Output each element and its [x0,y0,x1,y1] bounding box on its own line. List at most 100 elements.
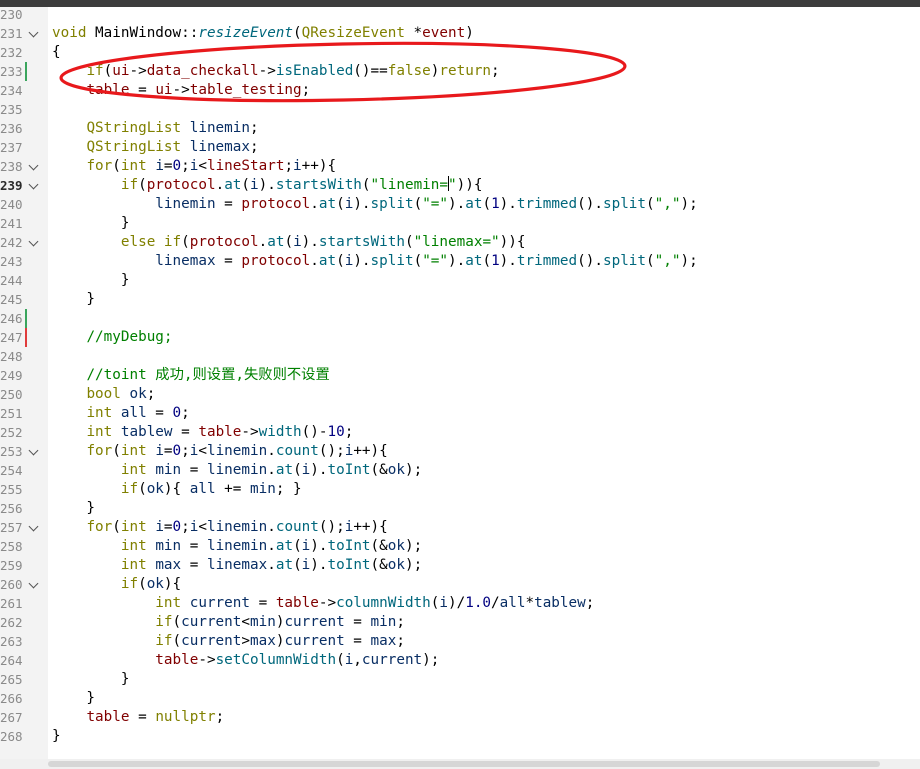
code-text[interactable]: linemax = protocol.at(i).split("=").at(1… [52,252,697,271]
code-text[interactable]: //myDebug; [52,328,172,347]
code-text[interactable]: bool ok; [52,385,155,404]
code-text[interactable]: int max = linemax.at(i).toInt(&ok); [52,556,422,575]
code-text[interactable]: } [52,727,61,746]
code-text[interactable]: if(current<min)current = min; [52,613,405,632]
code-line[interactable]: 268} [0,727,920,746]
code-text[interactable]: int min = linemin.at(i).toInt(&ok); [52,461,422,480]
code-line[interactable]: 249 //toint 成功,则设置,失败则不设置 [0,366,920,385]
code-token: = [172,424,199,440]
code-token: ; [146,386,156,402]
horizontal-scrollbar[interactable] [0,759,920,769]
code-line[interactable]: 264 table->setColumnWidth(i,current); [0,651,920,670]
code-token: at [465,253,483,269]
code-text[interactable]: table = nullptr; [52,708,224,727]
code-line[interactable]: 244 } [0,271,920,290]
code-text[interactable]: void MainWindow::resizeEvent(QResizeEven… [52,24,474,43]
code-line[interactable]: 254 int min = linemin.at(i).toInt(&ok); [0,461,920,480]
code-text[interactable]: if(ui->data_checkall->isEnabled()==false… [52,62,499,81]
code-line[interactable]: 262 if(current<min)current = min; [0,613,920,632]
code-text[interactable]: } [52,290,95,309]
code-line[interactable]: 267 table = nullptr; [0,708,920,727]
code-line[interactable]: 261 int current = table->columnWidth(i)/… [0,594,920,613]
code-line[interactable]: 243 linemax = protocol.at(i).split("=").… [0,252,920,271]
code-token: = [163,519,173,535]
code-line[interactable]: 248 [0,347,920,366]
code-line[interactable]: 265 } [0,670,920,689]
code-line[interactable]: 255 if(ok){ all += min; } [0,480,920,499]
fold-chevron-icon[interactable] [28,179,39,190]
code-token: = [129,82,156,98]
code-editor[interactable]: 230 231 void MainWindow::resizeEvent(QResi… [0,7,920,759]
code-line[interactable]: 239 if(protocol.at(i).startsWith("linemi… [0,176,920,195]
code-line[interactable]: 238 for(int i=0;i<lineStart;i++){ [0,157,920,176]
code-text[interactable]: if(protocol.at(i).startsWith("linemin=")… [52,176,482,195]
code-text[interactable]: int all = 0; [52,404,189,423]
code-text[interactable]: table = ui->table_testing; [52,81,310,100]
code-text[interactable]: } [52,689,95,708]
code-line[interactable]: 251 int all = 0; [0,404,920,423]
code-line[interactable]: 240 linemin = protocol.at(i).split("=").… [0,195,920,214]
code-line[interactable]: 246 [0,309,920,328]
code-token: i [155,443,164,459]
fold-chevron-icon[interactable] [28,521,39,532]
code-line[interactable]: 256 } [0,499,920,518]
code-line[interactable]: 250 bool ok; [0,385,920,404]
code-line[interactable]: 242 else if(protocol.at(i).startsWith("l… [0,233,920,252]
code-line[interactable]: 241 } [0,214,920,233]
code-text[interactable]: { [52,43,61,62]
code-text[interactable]: for(int i=0;i<linemin.count();i++){ [52,518,387,537]
code-text[interactable]: QStringList linemax; [52,138,258,157]
code-line[interactable]: 252 int tablew = table->width()-10; [0,423,920,442]
code-line[interactable]: 259 int max = linemax.at(i).toInt(&ok); [0,556,920,575]
code-line[interactable]: 235 [0,100,920,119]
scrollbar-thumb[interactable] [48,761,880,767]
code-line[interactable]: 245 } [0,290,920,309]
code-text[interactable]: } [52,499,95,518]
code-text[interactable]: int current = table->columnWidth(i)/1.0/… [52,594,594,613]
code-line[interactable]: 253 for(int i=0;i<linemin.count();i++){ [0,442,920,461]
fold-chevron-icon[interactable] [28,236,39,247]
code-line[interactable]: 232 { [0,43,920,62]
code-token: current [361,652,423,668]
code-token: //toint 成功,则设置,失败则不设置 [86,367,330,383]
code-token: at [275,557,294,573]
code-text[interactable]: else if(protocol.at(i).startsWith("linem… [52,233,526,252]
code-text[interactable]: int tablew = table->width()-10; [52,423,353,442]
code-line[interactable]: 237 QStringList linemax; [0,138,920,157]
code-line[interactable]: 258 int min = linemin.at(i).toInt(&ok); [0,537,920,556]
code-text[interactable]: if(ok){ [52,575,181,594]
code-line[interactable]: 257 for(int i=0;i<linemin.count();i++){ [0,518,920,537]
code-text[interactable]: for(int i=0;i<lineStart;i++){ [52,157,336,176]
code-text[interactable]: if(current>max)current = max; [52,632,405,651]
code-line[interactable]: 231 void MainWindow::resizeEvent(QResizeE… [0,24,920,43]
code-text[interactable]: table->setColumnWidth(i,current); [52,651,439,670]
code-line[interactable]: 236 QStringList linemin; [0,119,920,138]
code-text[interactable]: int min = linemin.at(i).toInt(&ok); [52,537,422,556]
code-line[interactable]: 234 table = ui->table_testing; [0,81,920,100]
code-line[interactable]: 233 if(ui->data_checkall->isEnabled()==f… [0,62,920,81]
line-number: 249 [0,368,22,383]
code-text[interactable]: QStringList linemin; [52,119,258,138]
code-text[interactable]: for(int i=0;i<linemin.count();i++){ [52,442,387,461]
fold-chevron-icon[interactable] [28,160,39,171]
fold-chevron-icon[interactable] [28,27,39,38]
code-text[interactable]: //toint 成功,则设置,失败则不设置 [52,366,330,385]
code-token: )) [456,177,474,193]
code-text[interactable]: linemin = protocol.at(i).split("=").at(1… [52,195,697,214]
code-token: . [310,196,319,212]
code-line[interactable]: 260 if(ok){ [0,575,920,594]
code-line[interactable]: 263 if(current>max)current = max; [0,632,920,651]
fold-chevron-icon[interactable] [28,445,39,456]
code-line[interactable]: 247 //myDebug; [0,328,920,347]
code-line[interactable]: 266 } [0,689,920,708]
fold-chevron-icon[interactable] [28,578,39,589]
code-text[interactable]: } [52,670,130,689]
code-line[interactable]: 230 [0,5,920,24]
code-token: protocol [241,196,311,212]
code-text[interactable]: if(ok){ all += min; } [52,480,302,499]
code-text[interactable]: } [52,214,130,233]
code-text[interactable]: } [52,271,130,290]
